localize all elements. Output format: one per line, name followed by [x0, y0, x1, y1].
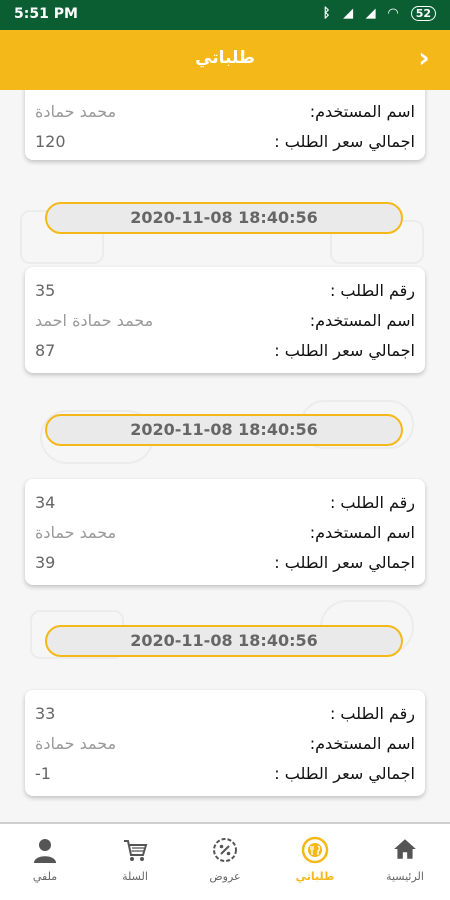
- user-name-value: محمد حمادة: [35, 734, 117, 753]
- orders-list[interactable]: اسم المستخدم: محمد حمادة اجمالي سعر الطل…: [0, 90, 450, 822]
- nav-profile[interactable]: ملفي: [0, 836, 90, 883]
- user-name-row: اسم المستخدم: محمد حمادة: [25, 523, 425, 547]
- status-time: 5:51 PM: [14, 6, 78, 22]
- order-number-label: رقم الطلب :: [329, 281, 415, 300]
- app-bar: طلباتي ›: [0, 30, 450, 90]
- order-card[interactable]: اسم المستخدم: محمد حمادة اجمالي سعر الطل…: [25, 90, 425, 160]
- order-number-value: 33: [35, 704, 56, 723]
- status-bar: 5:51 PM ᛒ ◢ ◢ ◠ 52: [0, 0, 450, 30]
- total-row: اجمالي سعر الطلب : 87: [25, 341, 425, 365]
- wifi-icon: ◠: [388, 6, 403, 21]
- user-name-value: محمد حمادة: [35, 523, 117, 542]
- nav-cart-label: السلة: [122, 870, 148, 883]
- bluetooth-icon: ᛒ: [322, 6, 335, 21]
- total-value: 120: [35, 132, 66, 151]
- total-value: -1: [35, 764, 51, 783]
- orders-icon: [270, 836, 360, 868]
- total-label: اجمالي سعر الطلب :: [274, 341, 415, 360]
- order-number-row: رقم الطلب : 33: [25, 704, 425, 728]
- order-number-label: رقم الطلب :: [329, 704, 415, 723]
- battery-icon: 52: [410, 6, 436, 21]
- nav-home[interactable]: الرئيسية: [360, 836, 450, 883]
- nav-orders-label: طلباتي: [295, 870, 335, 883]
- user-name-row: اسم المستخدم: محمد حمادة احمد: [25, 311, 425, 335]
- nav-profile-label: ملفي: [32, 870, 58, 883]
- order-number-label: رقم الطلب :: [329, 493, 415, 512]
- order-number-value: 35: [35, 281, 56, 300]
- user-name-row: اسم المستخدم: محمد حمادة: [25, 734, 425, 758]
- back-button[interactable]: ›: [408, 42, 440, 74]
- user-name-value: محمد حمادة: [35, 102, 117, 121]
- order-date: 2020-11-08 18:40:56: [45, 414, 403, 446]
- total-row: اجمالي سعر الطلب : -1: [25, 764, 425, 788]
- total-value: 39: [35, 553, 56, 572]
- cart-icon: [90, 836, 180, 868]
- status-icons: ᛒ ◢ ◢ ◠ 52: [323, 6, 436, 21]
- total-label: اجمالي سعر الطلب :: [274, 553, 415, 572]
- order-number-row: رقم الطلب : 35: [25, 281, 425, 305]
- signal-icon-2: ◢: [365, 6, 380, 21]
- home-icon: [360, 836, 450, 868]
- user-name-row: اسم المستخدم: محمد حمادة: [25, 102, 425, 126]
- user-name-label: اسم المستخدم:: [309, 102, 415, 121]
- bottom-nav: الرئيسية طلباتي عروض السلة ملفي: [0, 822, 450, 900]
- order-number-row: رقم الطلب : 34: [25, 493, 425, 517]
- user-name-label: اسم المستخدم:: [309, 734, 415, 753]
- user-name-value: محمد حمادة احمد: [35, 311, 154, 330]
- nav-cart[interactable]: السلة: [90, 836, 180, 883]
- nav-offers-label: عروض: [209, 870, 241, 883]
- nav-home-label: الرئيسية: [386, 870, 424, 883]
- total-label: اجمالي سعر الطلب :: [274, 132, 415, 151]
- total-value: 87: [35, 341, 56, 360]
- total-row: اجمالي سعر الطلب : 39: [25, 553, 425, 577]
- order-card[interactable]: رقم الطلب : 35 اسم المستخدم: محمد حمادة …: [25, 267, 425, 373]
- chevron-right-icon: ›: [418, 41, 430, 74]
- signal-icon: ◢: [343, 6, 358, 21]
- total-row: اجمالي سعر الطلب : 120: [25, 132, 425, 156]
- order-number-value: 34: [35, 493, 56, 512]
- order-card[interactable]: رقم الطلب : 34 اسم المستخدم: محمد حمادة …: [25, 479, 425, 585]
- user-name-label: اسم المستخدم:: [309, 523, 415, 542]
- order-date: 2020-11-08 18:40:56: [45, 202, 403, 234]
- nav-offers[interactable]: عروض: [180, 836, 270, 883]
- user-name-label: اسم المستخدم:: [309, 311, 415, 330]
- offers-icon: [180, 836, 270, 868]
- order-card[interactable]: رقم الطلب : 33 اسم المستخدم: محمد حمادة …: [25, 690, 425, 796]
- total-label: اجمالي سعر الطلب :: [274, 764, 415, 783]
- nav-orders[interactable]: طلباتي: [270, 836, 360, 883]
- page-title: طلباتي: [195, 48, 255, 68]
- profile-icon: [0, 836, 90, 868]
- order-date: 2020-11-08 18:40:56: [45, 625, 403, 657]
